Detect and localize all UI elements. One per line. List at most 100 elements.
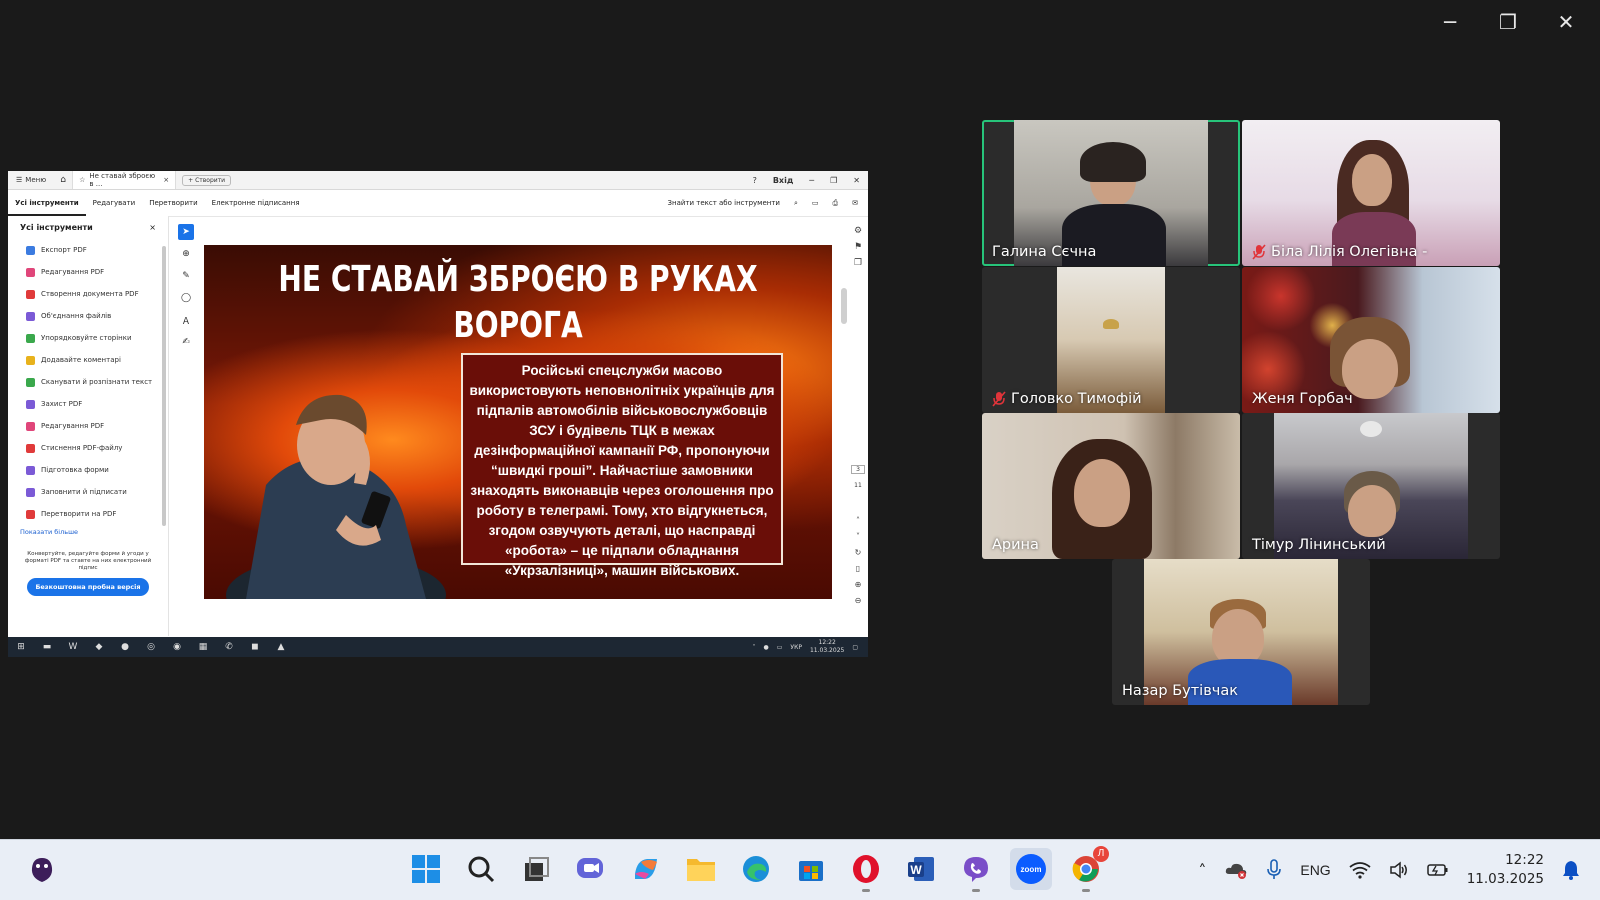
tool-item[interactable]: Заповнити й підписати xyxy=(26,481,168,503)
print-icon[interactable]: ⎙ xyxy=(833,199,839,208)
clock[interactable]: 12:22 11.03.2025 xyxy=(810,639,844,655)
tool-item[interactable]: Створення документа PDF xyxy=(26,283,168,305)
battery-icon[interactable] xyxy=(1426,862,1449,878)
close-button[interactable]: ✕ xyxy=(1554,10,1578,34)
store-icon[interactable] xyxy=(790,848,832,890)
battery-icon[interactable]: ▭ xyxy=(777,644,783,651)
participant-tile[interactable]: Назар Бутівчак xyxy=(1112,559,1370,705)
viber-icon[interactable] xyxy=(955,848,997,892)
tool-item[interactable]: Сканувати й розпізнати текст xyxy=(26,371,168,393)
tool-item[interactable]: Упорядковуйте сторінки xyxy=(26,327,168,349)
folder-icon[interactable]: ▬ xyxy=(34,642,60,652)
help-icon[interactable]: ? xyxy=(753,176,757,185)
notifications-icon[interactable]: ▢ xyxy=(852,644,858,651)
powerpoint-icon[interactable]: ● xyxy=(112,642,138,652)
word-icon[interactable]: W xyxy=(900,848,942,890)
restore-button[interactable]: ❐ xyxy=(1496,10,1520,34)
tool-item[interactable]: Підготовка форми xyxy=(26,459,168,481)
gear-icon[interactable]: ⚙ xyxy=(854,226,862,236)
minimize-button[interactable]: ─ xyxy=(1438,10,1462,34)
tab-esign[interactable]: Електронне підписання xyxy=(205,190,307,216)
select-cursor-icon[interactable]: ➤ xyxy=(178,224,194,240)
tab-convert[interactable]: Перетворити xyxy=(142,190,204,216)
task-view-icon[interactable] xyxy=(515,848,557,890)
windows-start-icon[interactable]: ⊞ xyxy=(8,642,34,652)
zoom-tool-icon[interactable]: ⊕ xyxy=(178,246,194,262)
tool-item[interactable]: Експорт PDF xyxy=(26,239,168,261)
onedrive-error-icon[interactable] xyxy=(1224,860,1248,880)
wifi-icon[interactable] xyxy=(1349,861,1371,879)
current-page[interactable]: 3 xyxy=(851,465,865,474)
clock[interactable]: 12:22 11.03.2025 xyxy=(1467,851,1544,889)
tab-all-tools[interactable]: Усі інструменти xyxy=(8,190,86,216)
save-icon[interactable]: ▭ xyxy=(812,199,819,207)
file-explorer-icon[interactable] xyxy=(680,848,722,890)
minimize-app-icon[interactable]: ─ xyxy=(809,176,814,185)
star-icon[interactable]: ☆ xyxy=(79,176,85,184)
teams-chat-icon[interactable] xyxy=(570,848,612,890)
widgets-icon[interactable] xyxy=(24,852,60,888)
bookmark-icon[interactable]: ⚑ xyxy=(854,242,862,252)
defender-icon[interactable]: ◆ xyxy=(86,642,112,652)
viber-icon[interactable]: ✆ xyxy=(216,642,242,652)
notification-bell-icon[interactable] xyxy=(1562,860,1580,880)
search-icon[interactable]: ⌕ xyxy=(794,199,798,208)
chrome-icon[interactable]: ◉ xyxy=(164,642,190,652)
participant-tile[interactable]: Галина Сєчна xyxy=(982,120,1240,266)
document-tab[interactable]: ☆ Не ставай зброєю в ... × xyxy=(72,171,177,189)
create-button[interactable]: + Створити xyxy=(182,174,232,186)
page-icon[interactable]: ▯ xyxy=(856,564,860,573)
opera-icon[interactable] xyxy=(845,848,887,892)
close-app-icon[interactable]: ✕ xyxy=(853,176,860,185)
chevron-up-icon[interactable]: ˄ xyxy=(856,516,860,525)
word-icon[interactable]: W xyxy=(60,642,86,652)
chevron-up-icon[interactable]: ˄ xyxy=(1198,861,1206,880)
participant-tile[interactable]: Біла Лілія Олегівна - xyxy=(1242,120,1500,266)
tool-item[interactable]: Об'єднання файлів xyxy=(26,305,168,327)
free-trial-button[interactable]: Безкоштовна пробна версія xyxy=(27,578,149,597)
acrobat-icon[interactable]: ▲ xyxy=(268,642,294,652)
chrome-icon[interactable]: Л xyxy=(1065,846,1109,892)
zoom-icon[interactable]: ◼ xyxy=(242,642,268,652)
language-indicator[interactable]: УКР xyxy=(790,644,802,651)
start-icon[interactable] xyxy=(405,848,447,890)
edge-icon[interactable] xyxy=(735,848,777,890)
tool-item[interactable]: Редагування PDF xyxy=(26,261,168,283)
language-indicator[interactable]: ENG xyxy=(1300,862,1330,878)
mic-icon[interactable]: ● xyxy=(764,644,769,651)
lasso-icon[interactable]: ◯ xyxy=(178,290,194,306)
close-tab-icon[interactable]: × xyxy=(163,176,169,184)
participant-tile[interactable]: Женя Горбач xyxy=(1242,267,1500,413)
search-icon[interactable] xyxy=(460,848,502,890)
close-panel-icon[interactable]: × xyxy=(149,223,156,232)
pen-icon[interactable]: ✎ xyxy=(178,268,194,284)
refresh-icon[interactable]: ↻ xyxy=(855,548,862,557)
text-box-icon[interactable]: Ａ xyxy=(178,312,194,328)
home-icon[interactable]: ⌂ xyxy=(54,175,72,185)
participant-tile[interactable]: Головко Тимофій xyxy=(982,267,1240,413)
show-more-link[interactable]: Показати більше xyxy=(8,525,168,539)
copy-icon[interactable]: ❐ xyxy=(854,258,862,268)
zoom-in-icon[interactable]: ⊕ xyxy=(855,580,862,589)
panel-scrollbar[interactable] xyxy=(162,246,166,526)
tray-chevron-icon[interactable]: ˄ xyxy=(753,644,756,651)
tool-item[interactable]: Захист PDF xyxy=(26,393,168,415)
zoom-icon[interactable]: zoom xyxy=(1010,848,1052,890)
tool-item[interactable]: Додавайте коментарі xyxy=(26,349,168,371)
find-text-field[interactable]: Знайти текст або інструменти xyxy=(668,199,780,207)
tool-item[interactable]: Перетворити на PDF xyxy=(26,503,168,525)
signature-icon[interactable]: ✍ xyxy=(178,334,194,350)
participant-tile[interactable]: Арина xyxy=(982,413,1240,559)
copilot-icon[interactable] xyxy=(625,848,667,890)
volume-icon[interactable] xyxy=(1389,861,1409,879)
document-scrollbar[interactable] xyxy=(840,216,848,636)
restore-app-icon[interactable]: ❐ xyxy=(830,176,837,185)
photos-icon[interactable]: ▦ xyxy=(190,642,216,652)
tab-edit[interactable]: Редагувати xyxy=(86,190,143,216)
login-button[interactable]: Вхід xyxy=(773,176,793,185)
tool-item[interactable]: Редагування PDF xyxy=(26,415,168,437)
mail-icon[interactable]: ✉ xyxy=(852,199,858,207)
menu-button[interactable]: ☰ Меню xyxy=(8,176,54,184)
chevron-down-icon[interactable]: ˅ xyxy=(856,532,860,541)
tool-item[interactable]: Стиснення PDF-файлу xyxy=(26,437,168,459)
